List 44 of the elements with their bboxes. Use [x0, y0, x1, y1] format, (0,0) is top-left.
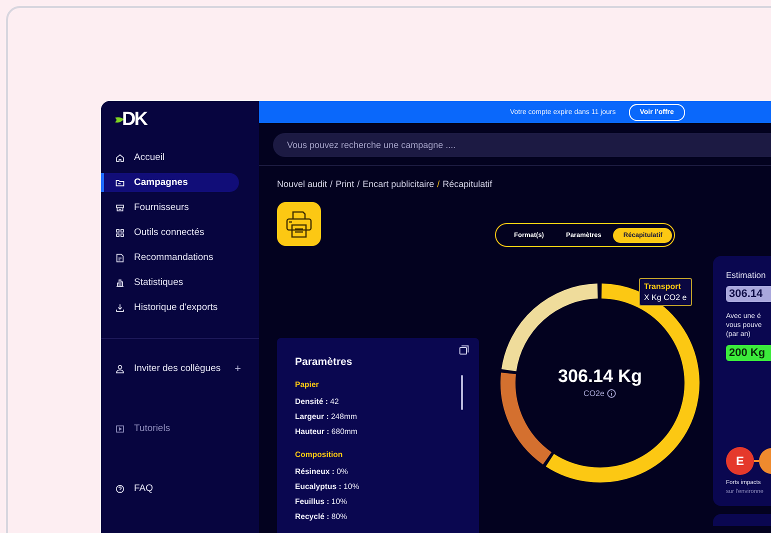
breadcrumb-link[interactable]: Nouvel audit — [277, 179, 328, 189]
breadcrumb-separator: / — [437, 179, 440, 189]
printer-icon — [277, 202, 321, 246]
invite-colleagues-link[interactable]: Inviter des collègues — [101, 359, 221, 378]
saving-value: 200 Kg — [726, 345, 771, 361]
scale-connector — [754, 460, 759, 462]
card-background — [713, 514, 771, 526]
unit-label: CO2e — [584, 389, 604, 398]
scrollbar[interactable] — [461, 375, 463, 410]
bar-chart-icon — [115, 278, 125, 288]
nav-item[interactable]: FAQ — [101, 479, 239, 498]
nav-item[interactable]: Recommandations — [101, 248, 239, 267]
grid-icon — [115, 228, 125, 238]
breadcrumb-separator: / — [330, 179, 333, 189]
nav-item[interactable]: Campagnes — [101, 173, 239, 192]
card-title: Estimation — [726, 270, 767, 280]
breadcrumb-link[interactable]: Print — [336, 179, 354, 189]
nav-item[interactable]: Outils connectés — [101, 223, 239, 242]
estimation-value: 306.14 — [726, 286, 771, 302]
info-icon[interactable] — [607, 389, 616, 398]
add-button[interactable]: + — [234, 362, 242, 374]
help-icon — [115, 484, 125, 494]
store-icon — [115, 202, 125, 212]
breadcrumb-separator: / — [357, 179, 360, 189]
document-icon — [115, 252, 125, 262]
home-icon — [115, 152, 125, 162]
copy-icon[interactable] — [459, 345, 469, 355]
nav-item[interactable]: Statistiques — [101, 273, 239, 292]
leaf-icon — [115, 116, 124, 124]
total-emissions: 306.14 Kg — [558, 366, 642, 387]
card-title: Paramètres — [295, 356, 354, 368]
play-icon — [115, 424, 125, 434]
download-icon — [115, 302, 125, 312]
tooltip-title: Transport — [644, 282, 682, 291]
user-icon — [115, 364, 125, 374]
search-field[interactable]: Vous pouvez recherche une campagne .... — [273, 133, 771, 157]
breadcrumb-link[interactable]: Encart publicitaire — [362, 179, 434, 189]
nav-item[interactable]: Accueil — [101, 148, 239, 167]
tooltip-value: X Kg CO2 e — [644, 293, 687, 302]
grade-badge: E — [726, 447, 754, 475]
nav-item[interactable]: Fournisseurs — [101, 198, 239, 217]
folder-icon — [115, 178, 125, 188]
logo: DK — [122, 110, 146, 130]
nav-item[interactable]: Historique d'exports — [101, 298, 239, 317]
